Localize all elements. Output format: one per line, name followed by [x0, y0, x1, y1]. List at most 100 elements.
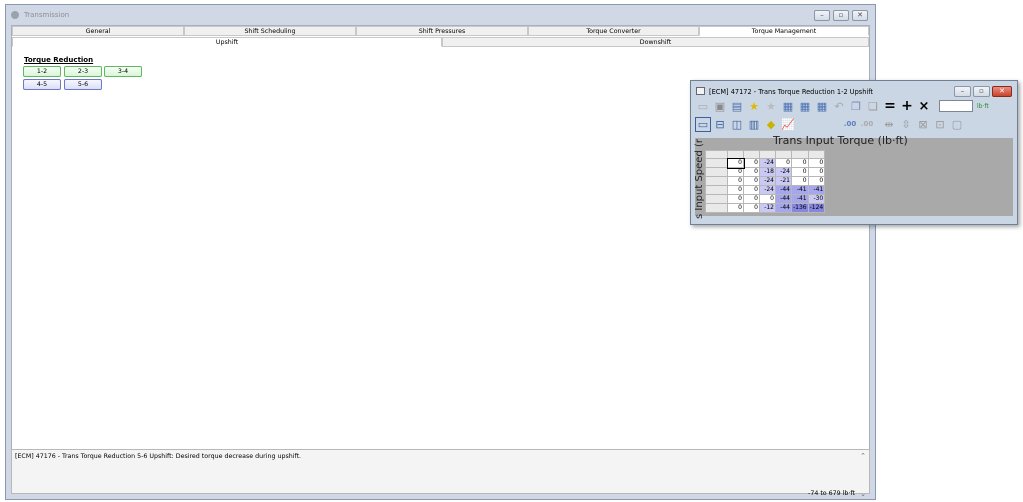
print-icon[interactable]: ▤ — [729, 99, 745, 114]
equals-icon[interactable]: = — [882, 99, 898, 114]
maximize-button[interactable]: ▫ — [833, 10, 849, 21]
table-cell[interactable]: -41 — [791, 185, 809, 195]
shift-button-1-2[interactable]: 1-2 — [23, 66, 61, 77]
table-cell[interactable]: -41 — [791, 194, 809, 204]
column-header-cell[interactable] — [791, 150, 809, 159]
interpolate-both-icon[interactable]: ⊠ — [915, 117, 931, 132]
table-cell[interactable]: -18 — [759, 167, 776, 177]
save-icon[interactable]: ▣ — [712, 99, 728, 114]
scroll-down-icon[interactable]: ⌄ — [860, 490, 866, 498]
tab-shift-scheduling[interactable]: Shift Scheduling — [184, 26, 356, 36]
row-header-cell[interactable] — [705, 167, 728, 177]
increase-decimal-icon[interactable]: .00 — [842, 117, 858, 132]
table-minimize-button[interactable]: – — [954, 86, 971, 97]
column-header-cell[interactable] — [743, 150, 760, 159]
column-header-cell[interactable] — [775, 150, 792, 159]
tag-icon[interactable]: ◆ — [763, 117, 779, 132]
column-header-cell[interactable] — [807, 150, 826, 159]
row-header-cell[interactable] — [705, 185, 728, 195]
subtab-downshift[interactable]: Downshift — [442, 37, 869, 47]
table-compare-icon[interactable]: ▦ — [814, 99, 830, 114]
table-cell[interactable]: -44 — [775, 194, 792, 204]
tab-shift-pressures[interactable]: Shift Pressures — [356, 26, 528, 36]
table-cell[interactable]: -24 — [775, 167, 792, 177]
table-insert-icon[interactable]: ▦ — [780, 99, 796, 114]
interpolate-horizontal-icon[interactable]: ⇹ — [881, 117, 897, 132]
table-cell[interactable]: -21 — [775, 176, 792, 186]
smooth-icon[interactable]: ⊡ — [932, 117, 948, 132]
row-header-cell[interactable] — [705, 158, 728, 168]
table-cell[interactable]: 0 — [807, 167, 826, 177]
table-cell[interactable]: 0 — [775, 158, 792, 168]
table-cell[interactable]: 0 — [727, 176, 744, 186]
table-cell[interactable]: 0 — [743, 194, 760, 204]
fill-icon[interactable]: ▢ — [949, 117, 965, 132]
minimize-button[interactable]: – — [814, 10, 830, 21]
graph-icon[interactable]: 📈 — [780, 117, 796, 132]
table-cell[interactable]: 0 — [743, 167, 760, 177]
subtab-upshift[interactable]: Upshift — [12, 37, 442, 47]
tab-torque-management[interactable]: Torque Management — [699, 26, 869, 36]
split-horizontal-icon[interactable]: ⊟ — [712, 117, 728, 132]
table-cell[interactable]: -12 — [759, 203, 776, 213]
table-cell[interactable]: -44 — [775, 203, 792, 213]
table-cell[interactable]: -24 — [759, 185, 776, 195]
row-header-cell[interactable] — [705, 176, 728, 186]
tab-torque-converter[interactable]: Torque Converter — [528, 26, 699, 36]
plus-icon[interactable]: + — [899, 99, 915, 114]
view-table-icon[interactable]: ▭ — [695, 117, 711, 132]
undo-icon[interactable]: ↶ — [831, 99, 847, 114]
table-cell[interactable]: -136 — [791, 203, 809, 213]
table-cell[interactable]: 0 — [743, 176, 760, 186]
table-cell[interactable]: 0 — [727, 194, 744, 204]
scroll-up-icon[interactable]: ⌃ — [860, 452, 866, 460]
shift-button-3-4[interactable]: 3-4 — [104, 66, 142, 77]
shift-button-5-6[interactable]: 5-6 — [64, 79, 102, 90]
column-header-cell[interactable] — [727, 150, 744, 159]
column-header-cell[interactable] — [759, 150, 776, 159]
table-cell[interactable]: 0 — [727, 185, 744, 195]
table-close-button[interactable]: ✕ — [992, 86, 1012, 97]
table-cell[interactable]: -124 — [807, 203, 826, 213]
table-cell[interactable]: -30 — [807, 194, 826, 204]
interpolate-vertical-icon[interactable]: ⇳ — [898, 117, 914, 132]
split-vertical-icon[interactable]: ◫ — [729, 117, 745, 132]
decrease-decimal-icon[interactable]: .00 — [859, 117, 875, 132]
table-cell[interactable]: 0 — [807, 158, 826, 168]
row-header-cell[interactable] — [705, 203, 728, 213]
grid-view-icon[interactable]: ▥ — [746, 117, 762, 132]
shift-button-2-3[interactable]: 2-3 — [64, 66, 102, 77]
table-cell[interactable]: -24 — [759, 176, 776, 186]
table-cell[interactable]: 0 — [791, 158, 809, 168]
paste-icon[interactable]: ❏ — [865, 99, 881, 114]
table-cell[interactable]: 0 — [743, 185, 760, 195]
value-input[interactable] — [939, 100, 973, 112]
table-cell[interactable]: 0 — [727, 167, 744, 177]
favorite-remove-icon[interactable]: ★ — [763, 99, 779, 114]
copy-icon[interactable]: ❐ — [848, 99, 864, 114]
table-cell[interactable]: 0 — [807, 176, 826, 186]
close-button[interactable]: ✕ — [852, 10, 868, 21]
table-cell[interactable]: -44 — [775, 185, 792, 195]
table-cell[interactable]: 0 — [759, 194, 776, 204]
torque-table[interactable]: 0 0 -24 0 0 0 0 0 -18 -24 0 0 0 0 -24 -21 0 0 0 0 -24 -44 -41-… — [705, 150, 826, 213]
tab-general[interactable]: General — [12, 26, 184, 36]
multiply-icon[interactable]: × — [916, 99, 932, 114]
table-cell[interactable]: 0 — [791, 176, 809, 186]
table-cell[interactable]: 0 — [743, 158, 760, 168]
table-cell[interactable]: 0 — [727, 203, 744, 213]
table-cell[interactable]: -41 — [807, 185, 826, 195]
open-folder-icon[interactable]: ▭ — [695, 99, 711, 114]
column-header-cell[interactable] — [705, 150, 728, 159]
table-cell[interactable]: 0 — [743, 203, 760, 213]
row-header-cell[interactable] — [705, 194, 728, 204]
table-maximize-button[interactable]: ▫ — [973, 86, 990, 97]
table-row: 0 0 -24 0 0 0 — [705, 157, 826, 169]
table-cell[interactable]: 0 — [726, 157, 745, 169]
table-cell[interactable]: 0 — [791, 167, 809, 177]
shift-button-4-5[interactable]: 4-5 — [23, 79, 61, 90]
table-cell[interactable]: -24 — [759, 158, 776, 168]
main-titlebar[interactable]: Transmission – ▫ ✕ — [6, 5, 875, 25]
table-delete-icon[interactable]: ▦ — [797, 99, 813, 114]
favorite-add-icon[interactable]: ★ — [746, 99, 762, 114]
